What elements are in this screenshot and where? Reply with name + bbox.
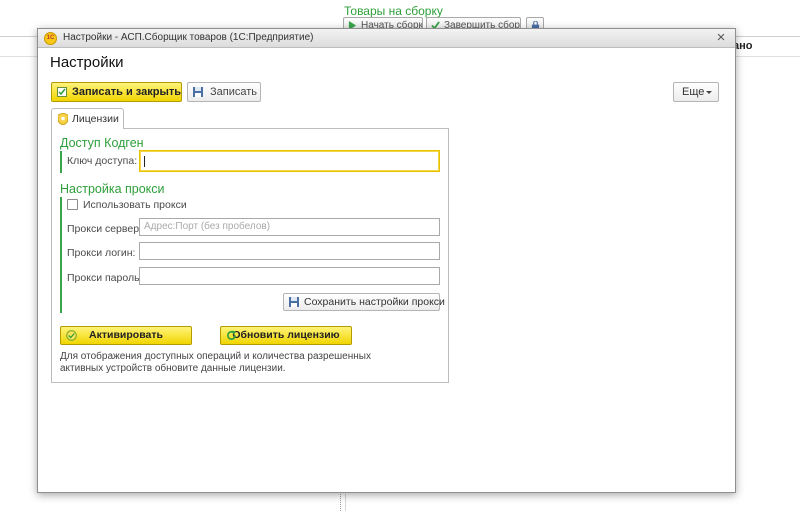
document-check-icon <box>57 87 67 97</box>
use-proxy-label[interactable]: Использовать прокси <box>83 199 187 211</box>
floppy-icon <box>193 87 203 97</box>
text-cursor <box>144 156 145 167</box>
more-label: Еще <box>682 86 705 98</box>
save-label: Записать <box>210 86 258 98</box>
activate-icon <box>66 330 77 341</box>
licenses-panel: Доступ Кодген Ключ доступа: Настройка пр… <box>51 128 449 383</box>
close-button[interactable]: × <box>713 30 729 46</box>
access-key-label: Ключ доступа: <box>67 155 138 167</box>
access-group-bar <box>60 151 62 173</box>
more-menu-button[interactable]: Еще <box>673 82 719 102</box>
window-title: Настройки - АСП.Сборщик товаров (1С:Пред… <box>63 32 314 43</box>
proxy-server-placeholder: Адрес:Порт (без пробелов) <box>144 221 271 232</box>
settings-window: 1С Настройки - АСП.Сборщик товаров (1С:П… <box>37 28 736 493</box>
form-title: Настройки <box>50 54 124 71</box>
proxy-section-title: Настройка прокси <box>60 182 165 196</box>
save-proxy-settings-label: Сохранить настройки прокси <box>304 296 445 308</box>
activate-label: Активировать <box>89 329 163 341</box>
save-and-close-label: Записать и закрыть <box>72 86 182 98</box>
license-info-text: Для отображения доступных операций и кол… <box>60 351 371 374</box>
window-titlebar[interactable]: 1С Настройки - АСП.Сборщик товаров (1С:П… <box>38 29 735 48</box>
chevron-down-icon <box>706 91 712 94</box>
proxy-server-label: Прокси сервер: <box>67 223 142 235</box>
background-section-title: Товары на сборку <box>344 4 443 18</box>
background-splitter[interactable] <box>340 494 341 511</box>
update-license-button[interactable]: Обновить лицензию <box>220 326 352 345</box>
proxy-password-input[interactable] <box>139 267 440 285</box>
use-proxy-checkbox[interactable] <box>67 199 78 210</box>
proxy-login-label: Прокси логин: <box>67 247 136 259</box>
floppy-icon <box>289 297 299 307</box>
license-icon <box>58 113 68 125</box>
access-key-input[interactable] <box>139 150 440 172</box>
app-logo: 1С <box>44 32 57 45</box>
proxy-server-input[interactable]: Адрес:Порт (без пробелов) <box>139 218 440 236</box>
save-button[interactable]: Записать <box>187 82 261 102</box>
refresh-icon <box>227 330 237 340</box>
proxy-password-label: Прокси пароль: <box>67 272 143 284</box>
tab-licenses-label: Лицензии <box>72 113 119 125</box>
activate-button[interactable]: Активировать <box>60 326 192 345</box>
save-and-close-button[interactable]: Записать и закрыть <box>51 82 182 102</box>
proxy-login-input[interactable] <box>139 242 440 260</box>
proxy-group-bar <box>60 197 62 313</box>
tab-licenses[interactable]: Лицензии <box>51 108 124 129</box>
save-proxy-settings-button[interactable]: Сохранить настройки прокси <box>283 293 445 311</box>
access-section-title: Доступ Кодген <box>60 136 144 150</box>
background-vertical-line <box>345 494 346 511</box>
update-license-label: Обновить лицензию <box>232 329 340 341</box>
